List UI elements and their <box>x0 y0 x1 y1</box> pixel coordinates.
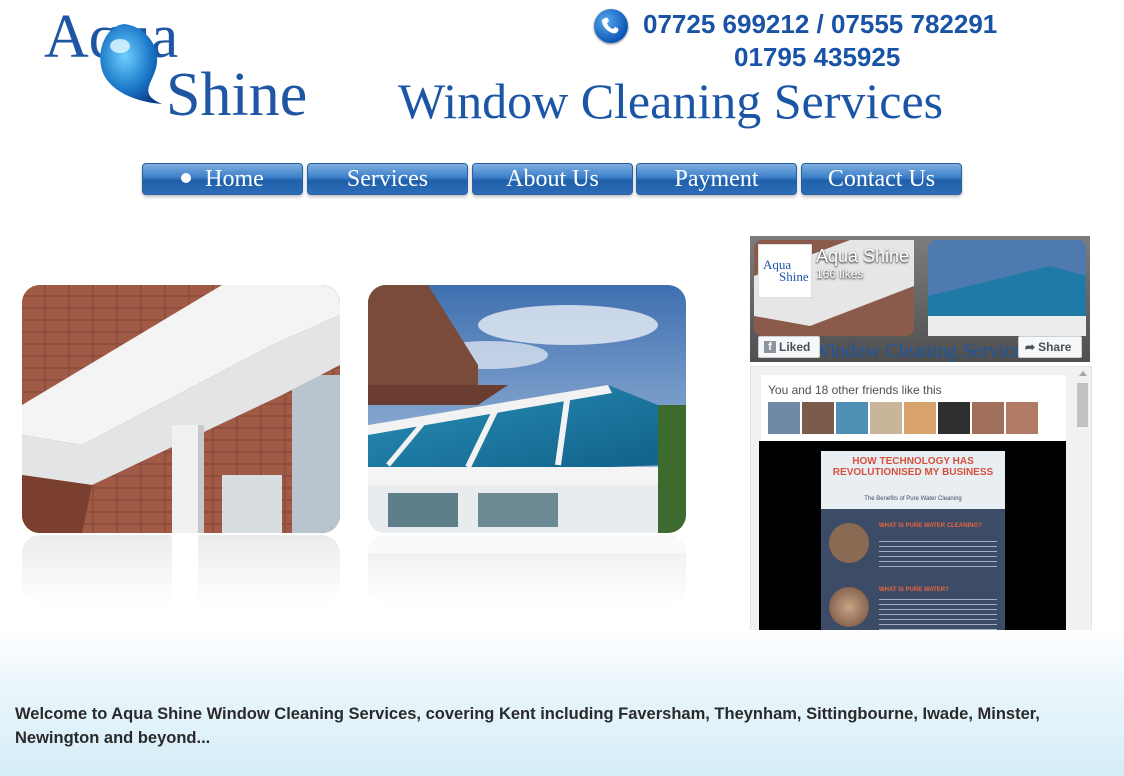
friend-avatar[interactable] <box>802 402 834 434</box>
facebook-like-count: 166 likes <box>816 267 864 281</box>
facebook-page-plugin-header[interactable]: Aqua Shine Aqua Shine 166 likes Window C… <box>750 236 1090 362</box>
friend-avatar[interactable] <box>972 402 1004 434</box>
liked-label: Liked <box>779 340 811 354</box>
share-label: Share <box>1038 340 1072 354</box>
nav-label: Contact Us <box>827 166 936 192</box>
infographic-section-heading: WHAT IS PURE WATER CLEANING? <box>879 523 982 529</box>
phone-icon <box>594 9 628 43</box>
nav-about-us[interactable]: About Us <box>472 163 633 195</box>
logo-text-shine: Shine <box>166 61 308 129</box>
gallery-photo-conservatory <box>368 285 686 533</box>
nav-services[interactable]: Services <box>307 163 468 195</box>
main-navigation: Home Services About Us Payment Contact U… <box>142 163 964 195</box>
avatar-logo-text: Shine <box>779 269 809 284</box>
facebook-post-image[interactable]: HOW TECHNOLOGY HAS REVOLUTIONISED MY BUS… <box>759 441 1066 637</box>
active-indicator-icon <box>181 173 192 184</box>
infographic-title: HOW TECHNOLOGY HAS REVOLUTIONISED MY BUS… <box>832 456 994 478</box>
infographic-subtitle: The Benefits of Pure Water Cleaning <box>864 496 962 502</box>
page-tagline: Window Cleaning Services <box>398 73 944 129</box>
nav-contact-us[interactable]: Contact Us <box>801 163 962 195</box>
facebook-liked-button[interactable]: f Liked <box>758 336 820 358</box>
infographic: HOW TECHNOLOGY HAS REVOLUTIONISED MY BUS… <box>821 451 1005 637</box>
gallery-photo-fascia-reflection <box>22 535 340 605</box>
nav-label: Services <box>346 166 429 192</box>
phone-numbers-mobile[interactable]: 07725 699212 / 07555 782291 <box>643 9 997 40</box>
gallery-photo-conservatory-reflection <box>368 535 686 605</box>
friend-avatar[interactable] <box>768 402 800 434</box>
nav-payment[interactable]: Payment <box>636 163 797 195</box>
logo[interactable]: Aqua Shine <box>42 2 332 129</box>
friend-avatar[interactable] <box>836 402 868 434</box>
friend-avatars <box>768 402 1040 439</box>
nav-label: Home <box>205 166 264 192</box>
facebook-page-name[interactable]: Aqua Shine <box>816 246 909 267</box>
welcome-text: Welcome to Aqua Shine Window Cleaning Se… <box>15 705 1040 747</box>
nav-label: Payment <box>674 166 759 192</box>
facebook-scrollbar[interactable] <box>1075 367 1091 637</box>
nav-label: About Us <box>506 166 599 192</box>
gallery-photo-fascia <box>22 285 340 533</box>
friend-avatar[interactable] <box>870 402 902 434</box>
infographic-header: HOW TECHNOLOGY HAS REVOLUTIONISED MY BUS… <box>821 451 1005 509</box>
facebook-cover-text: Window Cleaning Services <box>812 340 1031 362</box>
water-drop-icon <box>100 24 162 104</box>
nav-home[interactable]: Home <box>142 163 303 195</box>
infographic-section-heading: WHAT IS PURE WATER? <box>879 587 949 593</box>
facebook-friends-box: You and 18 other friends like this <box>761 375 1066 441</box>
friend-avatar[interactable] <box>938 402 970 434</box>
friend-avatar[interactable] <box>1006 402 1038 434</box>
share-arrow-icon: ➦ <box>1025 340 1036 354</box>
friends-like-text: You and 18 other friends like this <box>768 383 942 397</box>
facebook-share-button[interactable]: ➦ Share <box>1018 336 1082 358</box>
scroll-up-arrow-icon[interactable] <box>1079 371 1087 376</box>
infographic-water-photo <box>829 587 869 627</box>
facebook-timeline[interactable]: You and 18 other friends like this HOW T… <box>750 366 1092 638</box>
friend-avatar[interactable] <box>904 402 936 434</box>
facebook-page-avatar[interactable]: Aqua Shine <box>758 244 812 298</box>
infographic-house-photo <box>829 523 869 563</box>
facebook-f-icon: f <box>764 340 776 353</box>
phone-number-landline[interactable]: 01795 435925 <box>734 42 900 73</box>
infographic-body-text <box>879 541 997 571</box>
scroll-thumb[interactable] <box>1077 383 1088 427</box>
